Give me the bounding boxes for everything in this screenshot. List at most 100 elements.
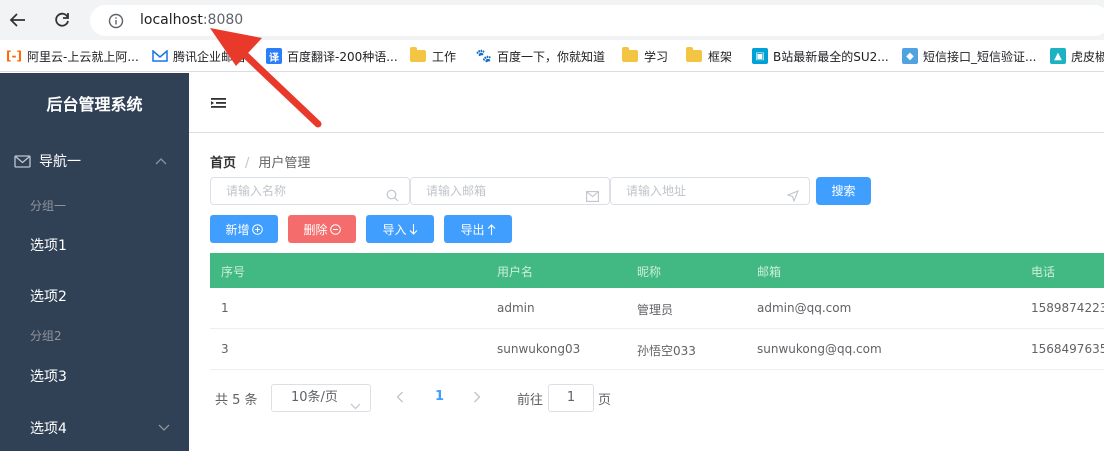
menu-fold-icon[interactable] [211, 96, 227, 114]
hupijiao-icon: ▲ [1050, 48, 1066, 64]
goto-page-input[interactable]: 1 [548, 384, 594, 412]
bookmark-tencent-mail[interactable]: 腾讯企业邮箱 [152, 46, 245, 66]
search-icon [386, 185, 399, 211]
search-button[interactable]: 搜索 [816, 177, 871, 205]
top-header [189, 73, 1104, 133]
export-button-label: 导出 [460, 222, 485, 237]
url-text: localhost:8080 [140, 12, 243, 28]
submenu-option4[interactable]: 选项4 [30, 418, 170, 438]
arrow-up-icon [487, 223, 496, 235]
circle-plus-icon [251, 223, 263, 235]
import-button-label: 导入 [382, 222, 407, 237]
bookmark-label: 虎皮椒 [1071, 49, 1104, 64]
pagination-goto-label: 前往 [517, 393, 544, 408]
menu-group-2: 分组2 [30, 329, 62, 343]
email-search-input[interactable]: 请输入邮箱 [410, 177, 610, 205]
column-header-phone[interactable]: 电话 [1031, 263, 1055, 280]
bookmark-bilibili[interactable]: ▣ B站最新最全的SU2... [752, 46, 889, 66]
name-search-input[interactable]: 请输入名称 [210, 177, 410, 205]
email-search-placeholder: 请输入邮箱 [426, 184, 487, 198]
table-cell-id: 1 [221, 301, 229, 315]
delete-button-label: 删除 [303, 222, 328, 237]
bookmark-label: 短信接口_短信验证... [923, 49, 1037, 64]
breadcrumb-home[interactable]: 首页 [210, 156, 236, 171]
bookmark-sms[interactable]: ◆ 短信接口_短信验证... [902, 46, 1036, 66]
sidebar: 后台管理系统 导航一 分组一 选项1 选项2 分组2 选项3 选项4 [0, 73, 189, 451]
column-header-username[interactable]: 用户名 [497, 263, 533, 280]
table-cell-phone: 1568497635 [1031, 342, 1104, 356]
breadcrumb-separator: / [245, 156, 250, 171]
table-cell-email: sunwukong@qq.com [757, 342, 882, 356]
main-content: 首页 / 用户管理 请输入名称 请输入邮箱 请输入地址 搜索 新增 删除 导入 导出 [189, 73, 1104, 451]
table-cell-username: admin [497, 301, 535, 315]
table-cell-phone: 1589874223 [1031, 301, 1104, 315]
pagination-total: 共 5 条 [215, 393, 258, 408]
reload-icon[interactable] [50, 8, 74, 32]
breadcrumb-current: 用户管理 [258, 156, 311, 171]
browser-toolbar: localhost:8080 [0, 0, 1104, 40]
arrow-down-icon [409, 223, 418, 235]
bookmark-baidu[interactable]: 🐾 百度一下，你就知道 [476, 46, 605, 66]
bookmark-folder-framework[interactable]: 框架 [686, 46, 732, 66]
address-search-placeholder: 请输入地址 [626, 184, 687, 198]
table-row[interactable]: 3 sunwukong03 孙悟空033 sunwukong@qq.com 15… [210, 329, 1104, 370]
circle-minus-icon [329, 223, 341, 235]
url-port: :8080 [202, 12, 244, 28]
table-cell-username: sunwukong03 [497, 342, 581, 356]
next-page-icon[interactable] [473, 391, 481, 407]
submenu-option4-label: 选项4 [30, 421, 67, 437]
message-icon [586, 185, 599, 211]
folder-icon [686, 47, 702, 62]
bookmarks-bar: [-] 阿里云-上云就上阿... 腾讯企业邮箱 译 百度翻译-200种语... … [0, 40, 1104, 72]
column-header-nickname[interactable]: 昵称 [637, 263, 661, 280]
menu-item-option2[interactable]: 选项2 [30, 286, 67, 306]
mail-icon [14, 154, 31, 168]
column-header-id[interactable]: 序号 [221, 263, 245, 280]
bookmark-label: 百度翻译-200种语... [287, 49, 398, 64]
bookmark-label: 框架 [708, 49, 733, 64]
add-button-label: 新增 [225, 222, 250, 237]
bookmark-label: B站最新最全的SU2... [773, 49, 889, 64]
baidu-paw-icon: 🐾 [475, 48, 493, 64]
bookmark-baidu-translate[interactable]: 译 百度翻译-200种语... [266, 46, 398, 66]
submenu-nav1[interactable]: 导航一 [0, 141, 189, 181]
add-button[interactable]: 新增 [210, 215, 278, 243]
table-cell-id: 3 [221, 342, 229, 356]
export-button[interactable]: 导出 [444, 215, 512, 243]
page-number-active[interactable]: 1 [435, 389, 444, 404]
bookmark-hupijiao[interactable]: ▲ 虎皮椒 [1050, 46, 1104, 66]
breadcrumb: 首页 / 用户管理 [210, 152, 310, 171]
bookmark-label: 学习 [644, 49, 669, 64]
back-icon[interactable] [6, 8, 30, 32]
bookmark-folder-study[interactable]: 学习 [622, 46, 668, 66]
bookmark-label: 工作 [432, 49, 457, 64]
table-row[interactable]: 1 admin 管理员 admin@qq.com 1589874223 [210, 288, 1104, 329]
page-size-select[interactable]: 10条/页 [271, 384, 371, 412]
address-search-input[interactable]: 请输入地址 [610, 177, 810, 205]
delete-button[interactable]: 删除 [288, 215, 356, 243]
info-icon[interactable] [108, 13, 124, 33]
chevron-down-icon [350, 394, 361, 420]
bookmark-aliyun[interactable]: [-] 阿里云-上云就上阿... [6, 46, 139, 66]
table-cell-email: admin@qq.com [757, 301, 852, 315]
sms-icon: ◆ [902, 48, 918, 64]
table-cell-nickname: 孙悟空033 [637, 344, 696, 358]
bilibili-icon: ▣ [752, 48, 768, 64]
table-header: 序号 用户名 昵称 邮箱 电话 [210, 253, 1104, 288]
address-bar[interactable]: localhost:8080 [90, 5, 1104, 36]
bookmark-folder-work[interactable]: 工作 [410, 46, 456, 66]
prev-page-icon[interactable] [396, 391, 404, 407]
import-button[interactable]: 导入 [366, 215, 434, 243]
table-cell-nickname: 管理员 [637, 303, 674, 317]
folder-icon [410, 47, 426, 62]
app-title: 后台管理系统 [46, 95, 143, 114]
menu-item-option3[interactable]: 选项3 [30, 366, 67, 386]
column-header-email[interactable]: 邮箱 [757, 263, 781, 280]
folder-icon [622, 47, 638, 62]
baidu-translate-icon: 译 [266, 48, 282, 64]
chevron-up-icon [155, 153, 167, 169]
menu-item-option1[interactable]: 选项1 [30, 235, 67, 255]
url-host: localhost [140, 12, 203, 28]
tencent-mail-icon [152, 48, 168, 64]
bookmark-label: 百度一下，你就知道 [497, 49, 606, 64]
